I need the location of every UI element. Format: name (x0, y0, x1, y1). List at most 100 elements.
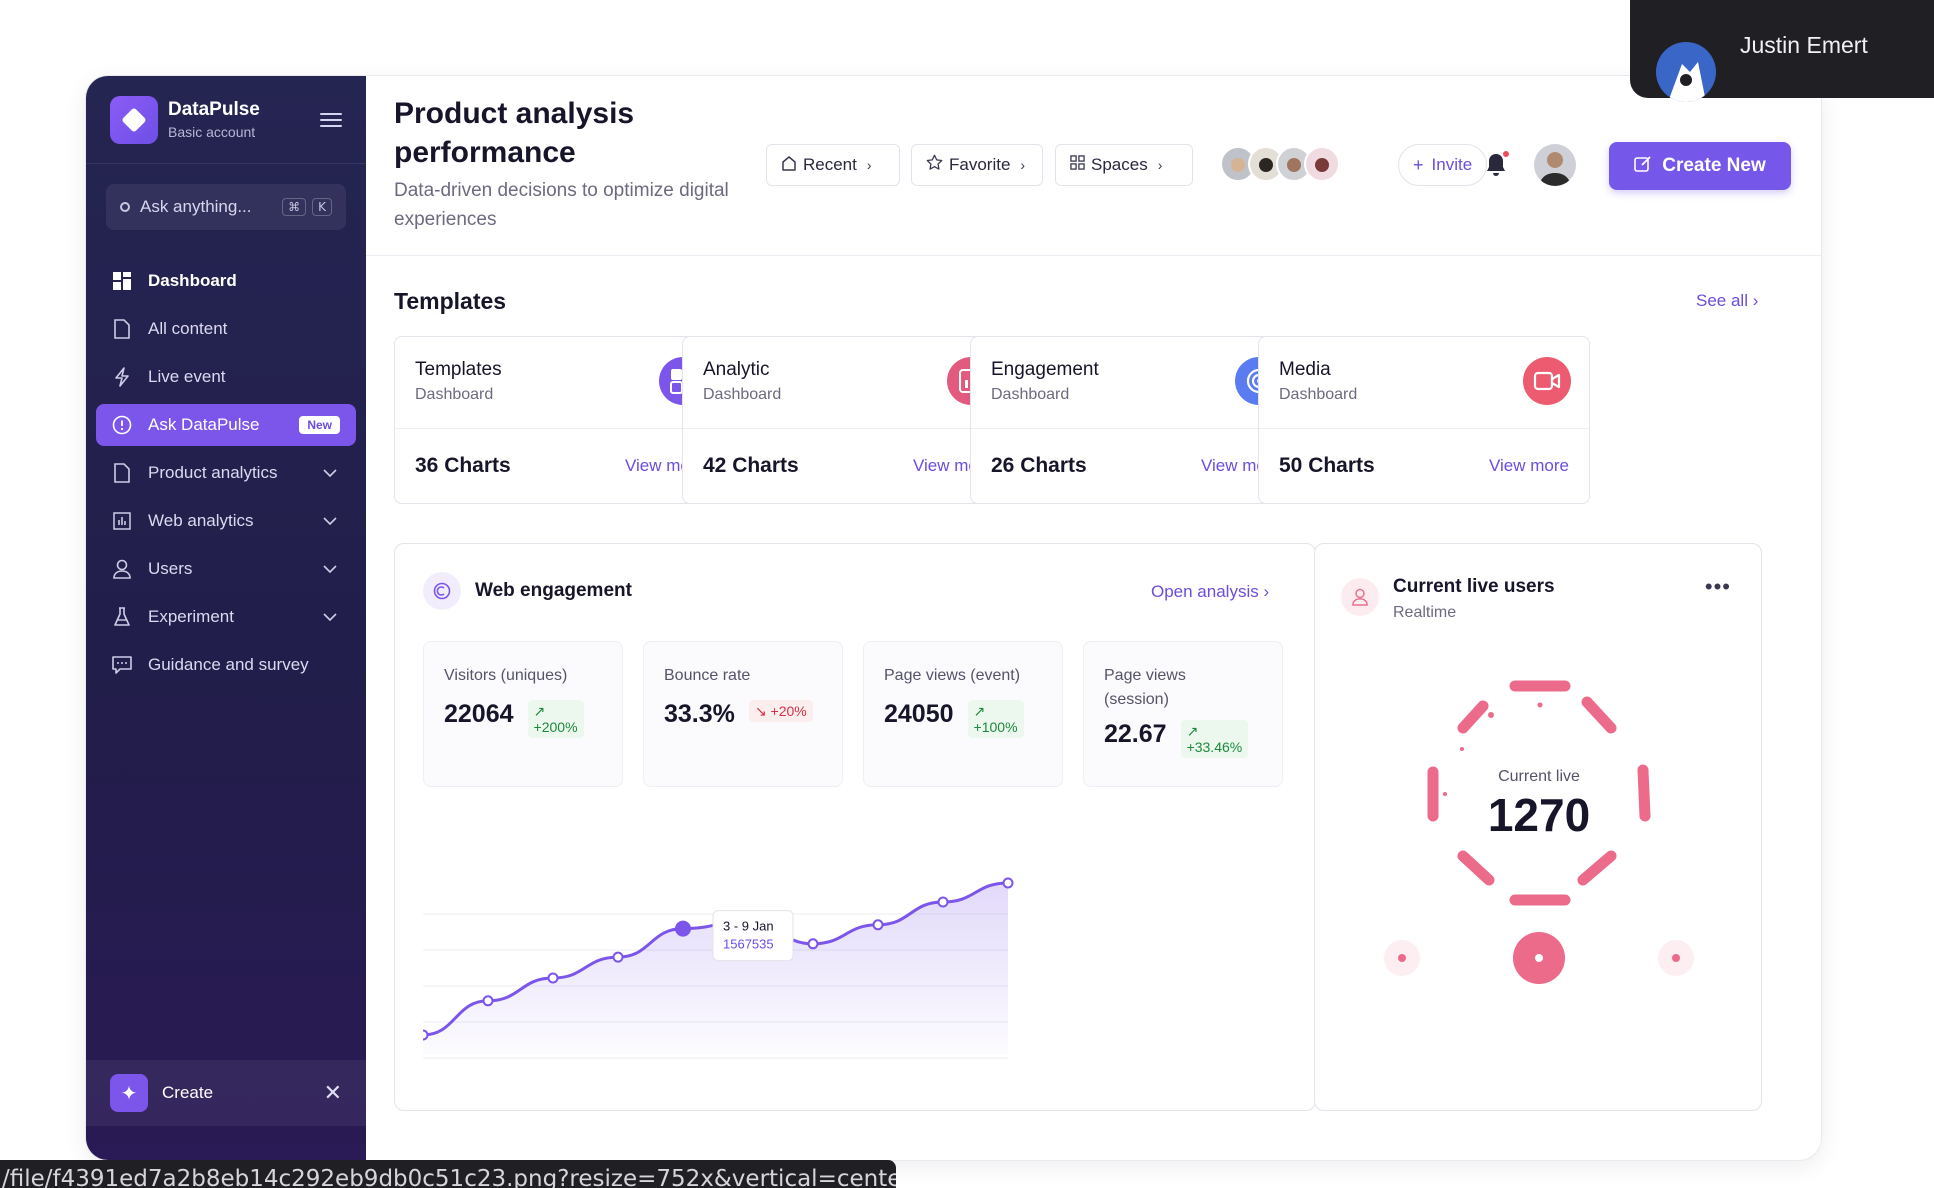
search-placeholder: Ask anything... (140, 197, 252, 216)
video-icon (1523, 357, 1571, 405)
chart-point[interactable] (807, 938, 819, 950)
chart-point[interactable] (547, 972, 559, 984)
new-badge: New (299, 416, 340, 434)
sidebar-item-users[interactable]: Users (96, 548, 356, 590)
sidebar-item-live-event[interactable]: Live event (96, 356, 356, 398)
recent-button[interactable]: Recent › (766, 144, 900, 186)
user-popover[interactable]: Justin Emert (1630, 0, 1934, 102)
spaces-button[interactable]: Spaces › (1055, 144, 1193, 186)
template-card-media[interactable]: Media Dashboard 50 Charts View more (1258, 336, 1590, 504)
chart-tooltip: 3 - 9 Jan 1567535 (712, 910, 794, 962)
user-name: Justin Emert (1740, 32, 1868, 58)
notification-dot (1502, 150, 1510, 158)
sidebar-item-all-content[interactable]: All content (96, 308, 356, 350)
file-icon (112, 319, 132, 339)
see-all-link[interactable]: See all › (1696, 291, 1758, 311)
chart-point[interactable] (612, 951, 624, 963)
bar-chart-icon (112, 511, 132, 531)
chart-point[interactable] (423, 1029, 429, 1041)
alert-circle-icon (112, 415, 132, 435)
tooltip-date: 3 - 9 Jan (723, 919, 774, 934)
stat-delta: ↗ +200% (527, 700, 584, 738)
stat-card: Page views (event) 24050 ↗ +100% (863, 641, 1063, 787)
chart-point[interactable] (872, 919, 884, 931)
ring-segment (1457, 850, 1495, 886)
avatar[interactable] (1304, 146, 1340, 182)
trend-up-icon: ↗ (973, 703, 986, 719)
sidebar-item-experiment[interactable]: Experiment (96, 596, 356, 638)
user-avatar (1656, 42, 1716, 102)
search-input[interactable]: Ask anything... ⌘ K (106, 184, 346, 230)
chevron-right-icon: › (1020, 157, 1026, 173)
sidebar-item-label: Experiment (148, 607, 234, 626)
stat-delta: ↗ +33.46% (1180, 720, 1249, 758)
shortcut-mod-key: ⌘ (282, 198, 307, 216)
delta-value: +200% (533, 719, 578, 735)
ring-segment (1577, 850, 1617, 886)
create-new-label: Create New (1662, 155, 1766, 176)
open-analysis-label: Open analysis (1151, 582, 1259, 601)
template-card-templates[interactable]: Templates Dashboard 36 Charts View more (394, 336, 726, 504)
favorite-button[interactable]: Favorite › (911, 144, 1043, 186)
stat-delta: ↗ +100% (967, 700, 1024, 738)
account-type: Basic account (168, 124, 256, 140)
plus-icon: + (1413, 154, 1424, 175)
ring-segment (1457, 700, 1489, 734)
brand-logo (110, 95, 158, 144)
app-window: DataPulse Basic account Ask anything... … (86, 76, 1821, 1160)
invite-button[interactable]: + Invite (1398, 144, 1488, 186)
sparkle-icon: ✦ (110, 1074, 148, 1112)
stat-label: Bounce rate (664, 667, 751, 684)
sidebar: DataPulse Basic account Ask anything... … (86, 76, 366, 1160)
bolt-icon (112, 367, 132, 387)
bell-icon[interactable] (1484, 150, 1510, 178)
menu-toggle-icon[interactable] (320, 112, 342, 127)
sidebar-item-product-analytics[interactable]: Product analytics (96, 452, 356, 494)
page-subtitle: Data-driven decisions to optimize digita… (394, 180, 729, 230)
sidebar-item-web-analytics[interactable]: Web analytics (96, 500, 356, 542)
sidebar-item-label: Live event (148, 367, 226, 386)
create-bar[interactable]: ✦ Create ✕ (86, 1060, 366, 1126)
sidebar-item-label: Ask DataPulse (148, 415, 260, 434)
sidebar-item-ask-datapulse[interactable]: Ask DataPulse New (96, 404, 356, 446)
team-avatars[interactable] (1220, 146, 1340, 182)
view-more-link[interactable]: View more (1489, 456, 1569, 476)
star-icon (926, 154, 943, 176)
sidebar-item-guidance[interactable]: Guidance and survey (96, 644, 356, 686)
templates-title: Templates (394, 288, 507, 314)
sidebar-item-label: Dashboard (148, 271, 237, 290)
chart-point[interactable] (937, 896, 949, 908)
chevron-down-icon[interactable] (320, 511, 340, 531)
user-icon (112, 559, 132, 579)
chart-point[interactable] (482, 995, 494, 1007)
engagement-area-chart[interactable]: 3 - 9 Jan 1567535 (423, 844, 1153, 1074)
sidebar-item-label: Guidance and survey (148, 655, 309, 674)
delta-value: +20% (770, 703, 807, 719)
open-analysis-link[interactable]: Open analysis › (1151, 582, 1269, 602)
tooltip-value: 1567535 (723, 937, 774, 952)
chart-point[interactable] (675, 920, 691, 937)
shortcut-key: K (312, 198, 332, 216)
delta-value: +33.46% (1186, 739, 1243, 755)
file-icon (112, 463, 132, 483)
edit-icon (1634, 155, 1652, 178)
template-card-engagement[interactable]: Engagement Dashboard 26 Charts View more (970, 336, 1302, 504)
chevron-right-icon: › (1263, 582, 1270, 601)
brand: DataPulse Basic account (86, 76, 366, 164)
sidebar-item-dashboard[interactable]: Dashboard (96, 260, 356, 302)
spaces-label: Spaces (1091, 155, 1148, 174)
recent-label: Recent (803, 155, 857, 174)
search-icon (120, 202, 130, 212)
create-new-button[interactable]: Create New (1609, 142, 1791, 190)
chevron-right-icon: › (866, 157, 872, 173)
template-card-analytic[interactable]: Analytic Dashboard 42 Charts View more (682, 336, 1014, 504)
chevron-down-icon[interactable] (320, 607, 340, 627)
close-icon[interactable]: ✕ (324, 1080, 342, 1106)
page-header: Product analysis performance Data-driven… (366, 76, 1821, 256)
see-all-label: See all (1696, 291, 1748, 310)
user-avatar[interactable] (1534, 144, 1576, 186)
chevron-down-icon[interactable] (320, 559, 340, 579)
chart-point[interactable] (1002, 877, 1014, 889)
chevron-down-icon[interactable] (320, 463, 340, 483)
stat-card: Bounce rate 33.3% ↘ +20% (643, 641, 843, 787)
